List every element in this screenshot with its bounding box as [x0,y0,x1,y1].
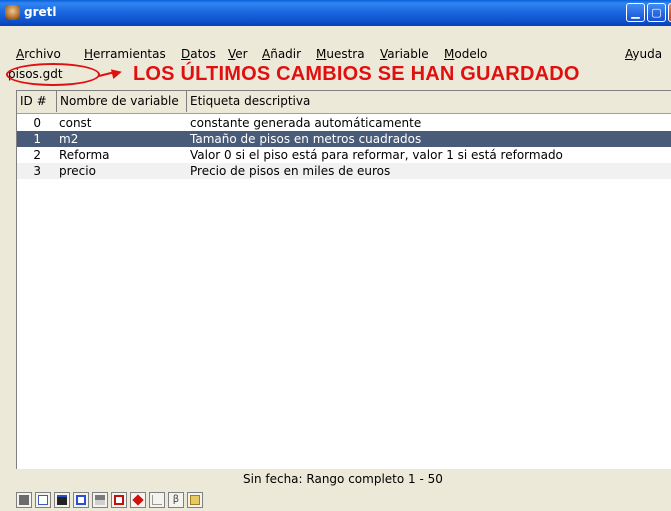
column-header-label[interactable]: Etiqueta descriptiva [187,91,671,112]
row-id: 0 [33,116,41,130]
annotation-saved-message: LOS ÚLTIMOS CAMBIOS SE HAN GUARDADO [133,63,580,85]
annotation-ellipse [6,63,100,86]
data-table-icon[interactable] [92,492,108,508]
window-title: gretl [24,5,57,19]
menu-bar: Archivo Herramientas Datos Ver Añadir Mu… [0,43,671,65]
menu-herramientas[interactable]: Herramientas [84,47,166,61]
row-variable-name: const [59,116,92,130]
menu-archivo[interactable]: Archivo [16,47,61,61]
column-header-id[interactable]: ID # [17,91,57,112]
row-description: Precio de pisos en miles de euros [190,164,391,178]
table-row[interactable]: 0 const constante generada automáticamente [17,115,671,131]
status-text: Sin fecha: Rango completo 1 - 50 [243,472,443,486]
calculator-icon[interactable] [16,492,32,508]
row-variable-name: precio [59,164,96,178]
title-bar: gretl ▁ ▢ ✕ [0,0,671,26]
variable-list[interactable]: ID # Nombre de variable Etiqueta descrip… [16,90,671,469]
table-row[interactable]: 1 m2 Tamaño de pisos en metros cuadrados [17,131,671,147]
annotation-arrow-head [110,66,124,80]
menu-anadir[interactable]: Añadir [262,47,301,61]
row-variable-name: Reforma [59,148,110,162]
beta-icon[interactable]: β [168,492,184,508]
menu-modelo[interactable]: Modelo [444,47,487,61]
row-description: Tamaño de pisos en metros cuadrados [190,132,422,146]
table-row[interactable]: 3 precio Precio de pisos en miles de euros [17,163,671,179]
maximize-button[interactable]: ▢ [647,3,666,22]
row-id: 1 [33,132,41,146]
menu-ayuda[interactable]: Ayuda [625,47,662,61]
menu-datos[interactable]: Datos [181,47,216,61]
status-bar: Sin fecha: Rango completo 1 - 50 [0,469,671,491]
row-id: 3 [33,164,41,178]
graph-icon[interactable] [149,492,165,508]
menu-variable[interactable]: Variable [380,47,429,61]
minimize-button[interactable]: ▁ [626,3,645,22]
diamond-icon[interactable] [130,492,146,508]
table-row[interactable]: 2 Reforma Valor 0 si el piso está para ref… [17,147,671,163]
bottom-toolbar: β [0,491,671,511]
menu-muestra[interactable]: Muestra [316,47,365,61]
row-variable-name: m2 [59,132,79,146]
list-header: ID # Nombre de variable Etiqueta descrip… [17,91,671,114]
menu-ver[interactable]: Ver [228,47,248,61]
session-icon[interactable] [73,492,89,508]
row-description: constante generada automáticamente [190,116,422,130]
row-id: 2 [33,148,41,162]
help-pdf-icon[interactable] [111,492,127,508]
column-header-name[interactable]: Nombre de variable [57,91,187,112]
terminal-icon[interactable] [54,492,70,508]
edit-script-icon[interactable] [35,492,51,508]
open-folder-icon[interactable] [187,492,203,508]
gretl-app-icon[interactable] [5,5,20,20]
row-description: Valor 0 si el piso está para reformar, v… [190,148,563,162]
